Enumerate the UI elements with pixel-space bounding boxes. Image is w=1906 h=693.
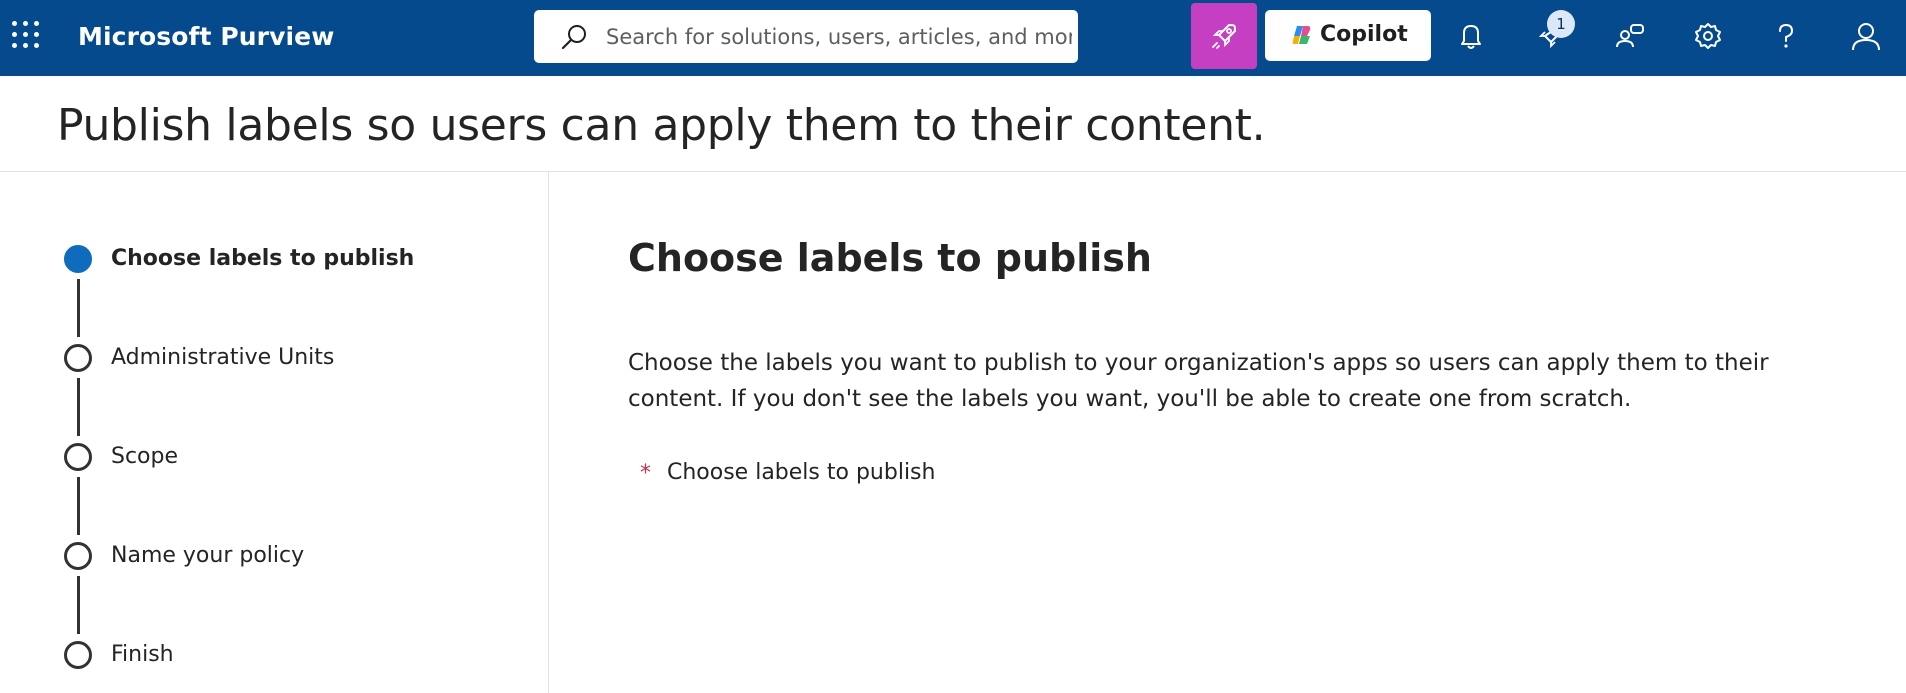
copilot-button[interactable]: Copilot	[1265, 10, 1431, 61]
step-administrative-units[interactable]: Administrative Units	[111, 345, 334, 370]
top-bar: Microsoft Purview Copilot	[0, 0, 1906, 76]
search-icon	[561, 25, 586, 50]
step-scope[interactable]: Scope	[111, 444, 178, 469]
rocket-button[interactable]	[1191, 3, 1257, 69]
header-divider	[0, 171, 1906, 172]
copilot-logo-icon	[1292, 26, 1311, 44]
page-title: Publish labels so users can apply them t…	[57, 100, 1266, 151]
required-marker: *	[640, 461, 651, 486]
step-indicator	[64, 443, 92, 471]
bell-icon[interactable]	[1453, 18, 1489, 54]
step-choose-labels[interactable]: Choose labels to publish	[111, 246, 414, 271]
step-indicator	[64, 542, 92, 570]
step-connector	[77, 378, 80, 436]
step-connector	[77, 477, 80, 535]
step-indicator	[64, 344, 92, 372]
notification-badge: 1	[1547, 10, 1575, 38]
search-box[interactable]	[534, 10, 1078, 63]
copilot-label: Copilot	[1320, 22, 1408, 47]
step-indicator	[64, 641, 92, 669]
search-input[interactable]	[606, 20, 1072, 54]
choose-labels-field-label: Choose labels to publish	[667, 460, 936, 485]
step-finish[interactable]: Finish	[111, 642, 174, 667]
app-title[interactable]: Microsoft Purview	[78, 22, 334, 51]
step-name-policy[interactable]: Name your policy	[111, 543, 304, 568]
section-description: Choose the labels you want to publish to…	[628, 350, 1769, 412]
section-heading: Choose labels to publish	[628, 236, 1152, 280]
app-launcher-icon[interactable]	[12, 21, 40, 49]
help-icon[interactable]	[1768, 18, 1804, 54]
rocket-icon	[1212, 24, 1236, 49]
step-connector	[77, 576, 80, 634]
gear-icon[interactable]	[1690, 18, 1726, 54]
step-indicator-active	[64, 245, 92, 273]
people-icon[interactable]	[1612, 18, 1648, 54]
stepper-divider	[548, 172, 549, 693]
user-icon[interactable]	[1848, 18, 1884, 54]
step-connector	[77, 279, 80, 337]
